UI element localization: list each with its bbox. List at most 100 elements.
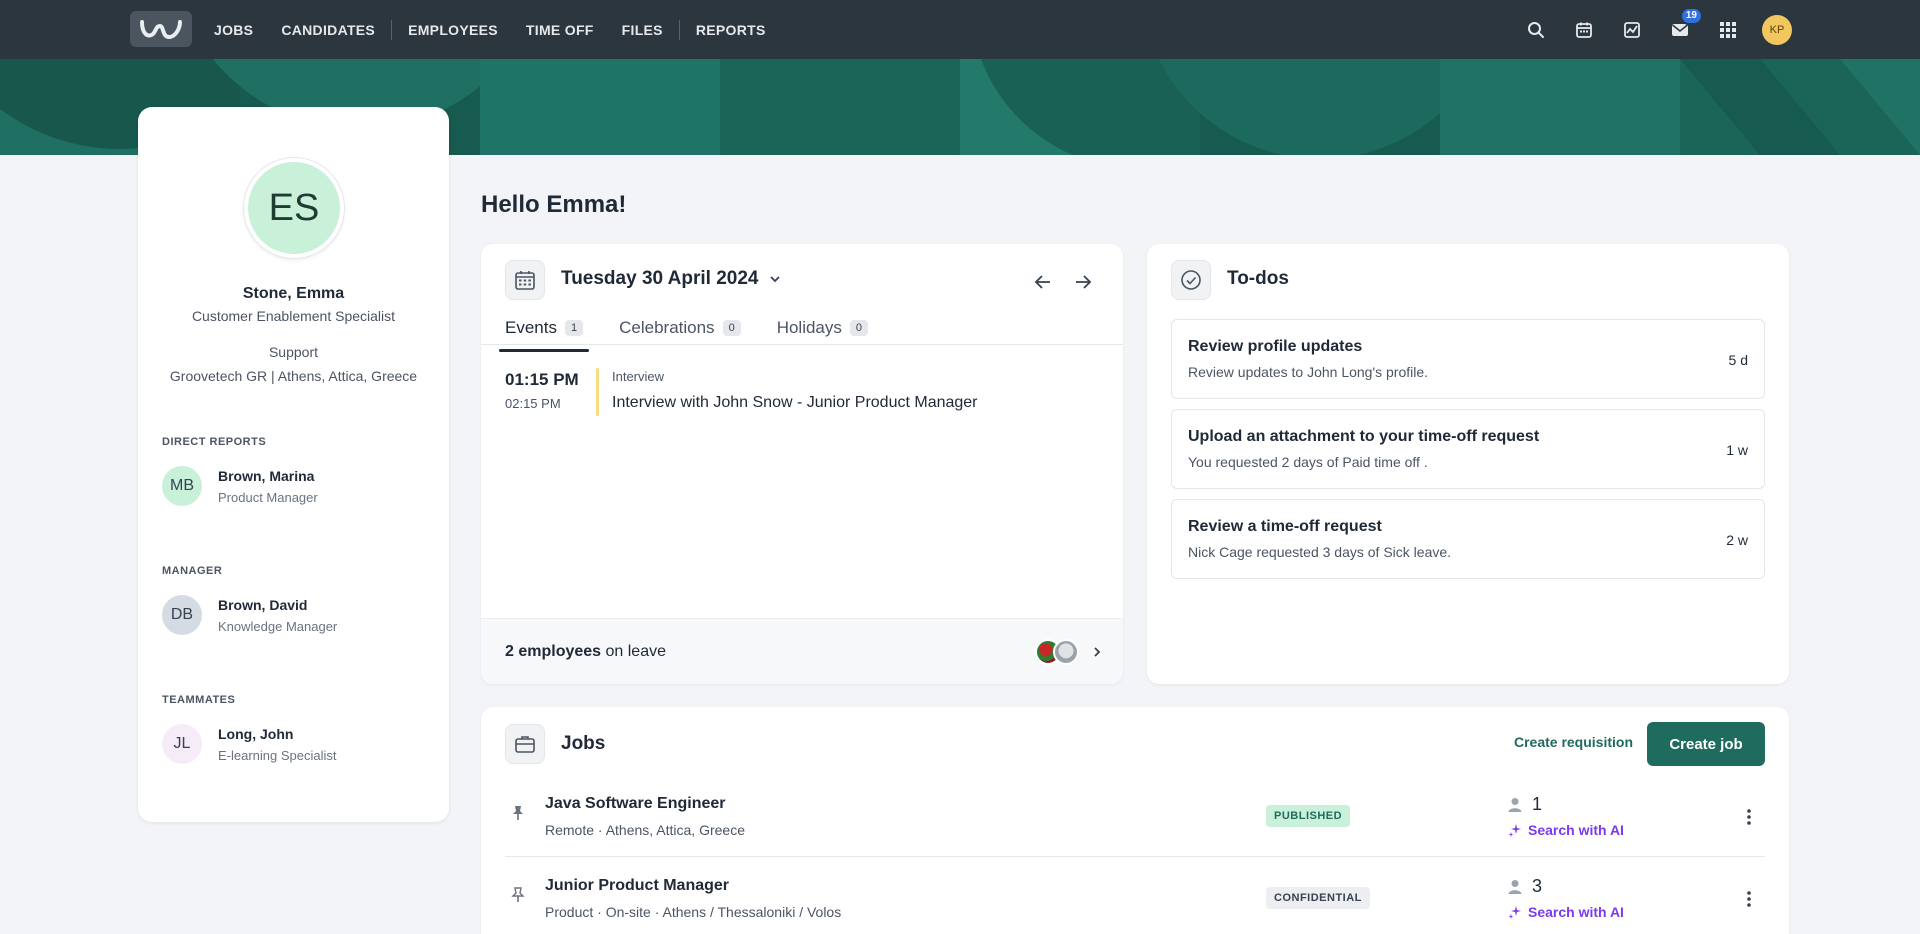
- nav-time-off[interactable]: TIME OFF: [512, 22, 608, 38]
- person-role: E-learning Specialist: [218, 747, 337, 763]
- more-options-button[interactable]: [1737, 805, 1761, 829]
- candidate-count-value: 3: [1532, 876, 1543, 896]
- on-leave-avatars: [1035, 638, 1079, 665]
- todo-description: Nick Cage requested 3 days of Sick leave…: [1188, 544, 1452, 560]
- tab-label: Celebrations: [619, 318, 715, 337]
- candidate-count[interactable]: 1: [1508, 794, 1542, 815]
- inbox-icon[interactable]: 19: [1666, 6, 1703, 44]
- profile-card: ES Stone, Emma Customer Enablement Speci…: [138, 107, 449, 822]
- job-title[interactable]: Java Software Engineer: [545, 795, 726, 813]
- next-day-button[interactable]: [1067, 266, 1099, 298]
- jobs-title: Jobs: [561, 733, 606, 754]
- job-row[interactable]: Junior Product Manager Product · On-site…: [505, 859, 1765, 934]
- previous-day-button[interactable]: [1027, 266, 1059, 298]
- nav-divider: [391, 19, 393, 40]
- profile-name[interactable]: Stone, Emma: [138, 285, 449, 303]
- top-navigation-bar: JOBS CANDIDATES EMPLOYEES TIME OFF FILES…: [0, 0, 1920, 59]
- person-role: Knowledge Manager: [218, 618, 338, 634]
- tab-events[interactable]: Events 1: [498, 310, 590, 352]
- teammates-label: TEAMMATES: [162, 694, 236, 706]
- check-circle-icon: [1171, 260, 1211, 300]
- nav-reports[interactable]: REPORTS: [682, 22, 780, 38]
- todo-title: Upload an attachment to your time-off re…: [1188, 428, 1540, 445]
- tab-count-badge: 0: [849, 320, 869, 336]
- arrow-left-icon: [1034, 275, 1050, 289]
- avatar: JL: [162, 724, 202, 764]
- direct-report-item[interactable]: MB Brown, Marina Product Manager: [162, 465, 318, 507]
- greeting-heading: Hello Emma!: [481, 191, 627, 218]
- todo-description: Review updates to John Long's profile.: [1188, 364, 1429, 380]
- event-start-time: 01:15 PM: [505, 370, 579, 389]
- job-title[interactable]: Junior Product Manager: [545, 877, 729, 895]
- workable-logo[interactable]: [130, 11, 192, 47]
- analytics-icon[interactable]: [1618, 16, 1646, 44]
- search-with-ai-link[interactable]: Search with AI: [1508, 904, 1624, 920]
- todo-title: Review a time-off request: [1188, 518, 1382, 535]
- avatar: DB: [162, 595, 202, 635]
- todo-item[interactable]: Upload an attachment to your time-off re…: [1171, 409, 1765, 489]
- logo-mark-icon: [140, 20, 182, 39]
- manager-item[interactable]: DB Brown, David Knowledge Manager: [162, 594, 337, 636]
- nav-candidates[interactable]: CANDIDATES: [267, 22, 389, 38]
- avatar: MB: [162, 466, 202, 506]
- todo-item[interactable]: Review profile updates Review updates to…: [1171, 319, 1765, 399]
- inbox-count-badge: 19: [1679, 6, 1703, 25]
- tab-label: Events: [505, 318, 557, 337]
- tab-celebrations[interactable]: Celebrations 0: [619, 310, 741, 346]
- calendar-icon[interactable]: [1570, 16, 1598, 44]
- status-badge: PUBLISHED: [1266, 805, 1351, 827]
- tab-label: Holidays: [776, 318, 842, 337]
- search-with-ai-link[interactable]: Search with AI: [1508, 822, 1624, 838]
- chevron-down-icon: [769, 276, 780, 283]
- candidate-count[interactable]: 3: [1508, 876, 1542, 897]
- pin-icon[interactable]: [511, 805, 525, 821]
- nav-employees[interactable]: EMPLOYEES: [394, 22, 512, 38]
- tab-count-badge: 1: [564, 320, 584, 336]
- job-row[interactable]: Java Software Engineer Remote · Athens, …: [505, 777, 1765, 857]
- nav-jobs[interactable]: JOBS: [200, 22, 267, 38]
- nav-utilities: 19 KP: [1522, 0, 1792, 59]
- selected-date: Tuesday 30 April 2024: [561, 268, 759, 289]
- event-end-time: 02:15 PM: [505, 396, 561, 411]
- sparkle-icon: [1508, 906, 1521, 919]
- search-with-ai-label: Search with AI: [1528, 904, 1624, 920]
- teammate-item[interactable]: JL Long, John E-learning Specialist: [162, 723, 337, 765]
- more-options-button[interactable]: [1737, 887, 1761, 911]
- create-job-button[interactable]: Create job: [1647, 722, 1765, 766]
- person-icon: [1508, 879, 1522, 894]
- person-name: Long, John: [218, 725, 294, 742]
- todo-item[interactable]: Review a time-off request Nick Cage requ…: [1171, 499, 1765, 579]
- todo-title: Review profile updates: [1188, 338, 1363, 355]
- kebab-menu-icon: [1747, 891, 1751, 907]
- manager-label: MANAGER: [162, 565, 223, 577]
- event-type: Interview: [612, 369, 665, 384]
- person-name: Brown, David: [218, 596, 308, 613]
- person-icon: [1508, 797, 1522, 812]
- nav-files[interactable]: FILES: [608, 22, 677, 38]
- todo-age: 1 w: [1726, 442, 1748, 458]
- person-role: Product Manager: [218, 489, 318, 505]
- search-icon[interactable]: [1522, 16, 1550, 44]
- profile-job-title: Customer Enablement Specialist: [191, 308, 396, 324]
- create-requisition-button[interactable]: Create requisition: [1514, 734, 1633, 750]
- date-selector[interactable]: Tuesday 30 April 2024: [561, 268, 781, 290]
- sparkle-icon: [1508, 824, 1521, 837]
- pin-icon[interactable]: [511, 887, 525, 903]
- nav-divider: [678, 19, 680, 40]
- employees-on-leave-bar[interactable]: 2 employees on leave: [481, 618, 1123, 684]
- on-leave-count: 2 employees: [505, 642, 602, 660]
- tab-holidays[interactable]: Holidays 0: [776, 310, 869, 346]
- candidate-count-value: 1: [1532, 794, 1543, 814]
- arrow-right-icon: [1076, 275, 1092, 289]
- direct-reports-label: DIRECT REPORTS: [162, 436, 267, 448]
- app-grid-icon[interactable]: [1714, 16, 1742, 44]
- todos-card: To-dos Review profile updates Review upd…: [1147, 244, 1789, 684]
- search-with-ai-label: Search with AI: [1528, 822, 1624, 838]
- on-leave-summary: 2 employees on leave: [505, 643, 666, 661]
- avatar: [1053, 638, 1079, 665]
- profile-avatar[interactable]: ES: [244, 158, 344, 258]
- on-leave-suffix: on leave: [601, 642, 667, 660]
- tab-count-badge: 0: [722, 320, 741, 336]
- person-name: Brown, Marina: [218, 467, 315, 484]
- user-avatar[interactable]: KP: [1762, 14, 1792, 45]
